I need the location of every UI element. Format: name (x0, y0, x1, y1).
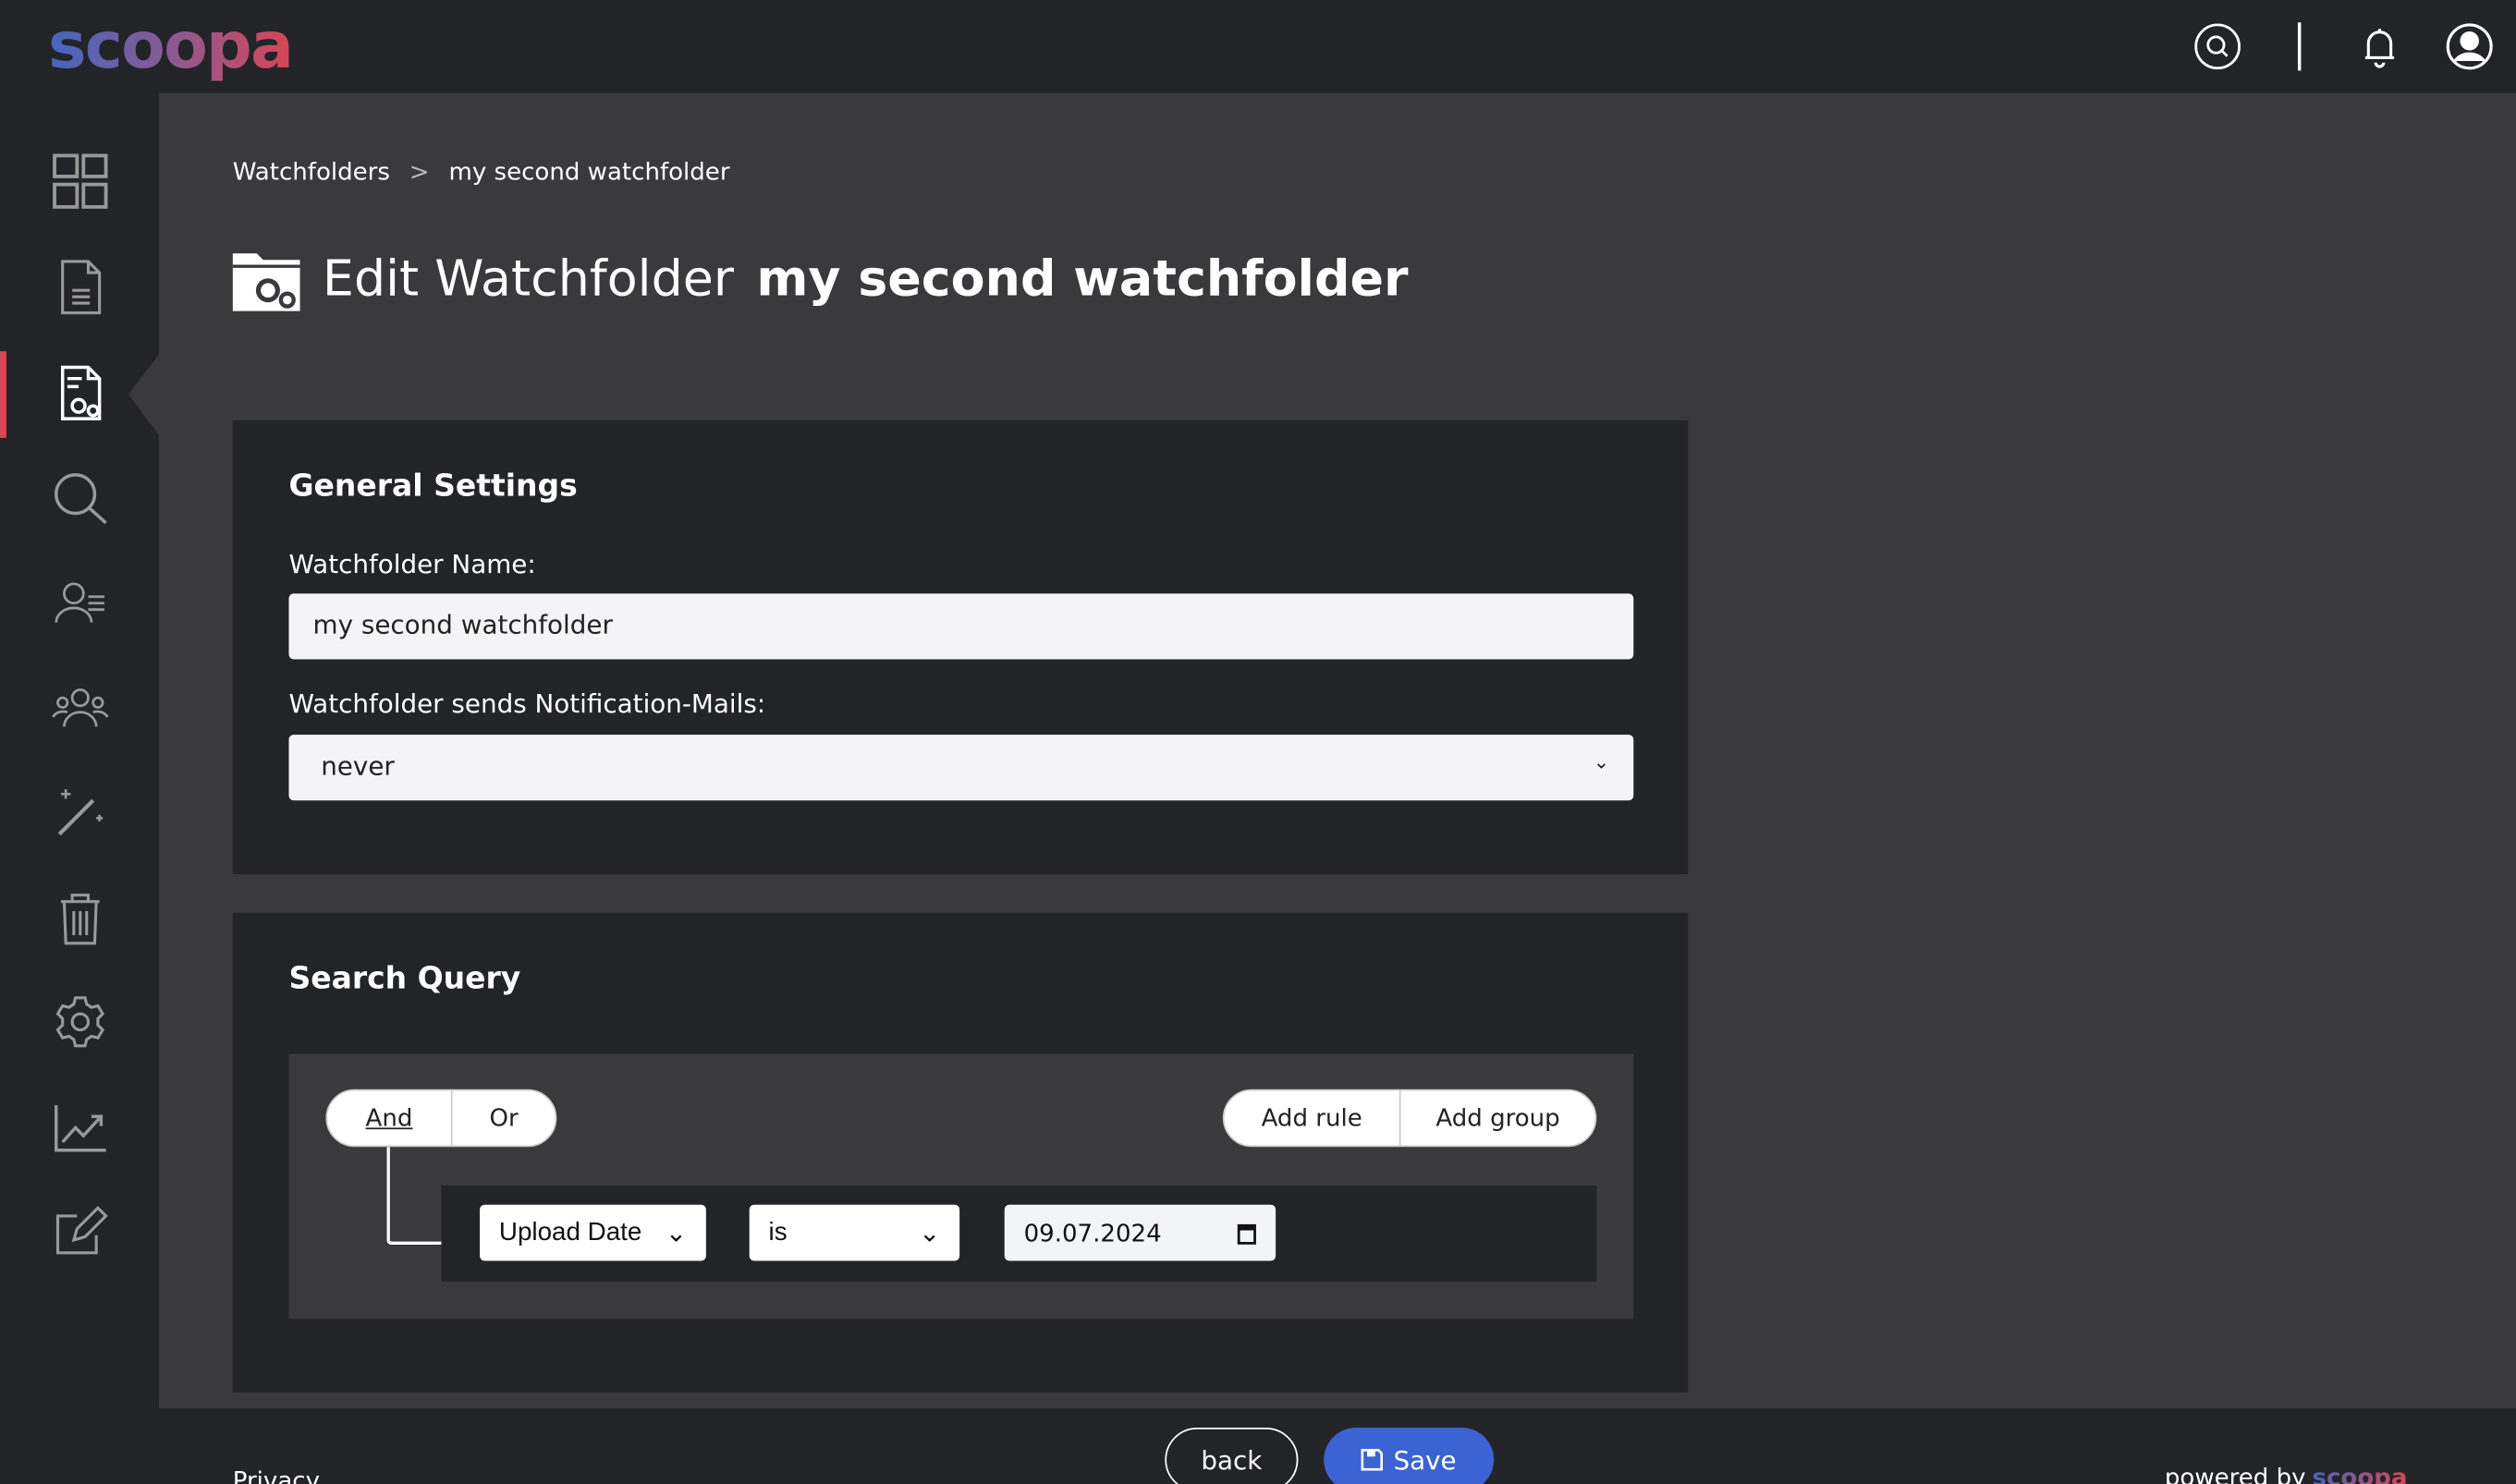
privacy-link[interactable]: Privacy (233, 1466, 320, 1484)
divider (2297, 22, 2302, 71)
sidebar-item-trash[interactable] (0, 872, 159, 962)
sidebar-item-search[interactable] (0, 454, 159, 543)
breadcrumb-watchfolders[interactable]: Watchfolders (233, 157, 390, 186)
magic-wand-icon (56, 789, 103, 836)
save-label: Save (1393, 1444, 1457, 1476)
active-notch (128, 354, 159, 435)
calendar-icon[interactable] (1237, 1222, 1256, 1244)
add-rule-button[interactable]: Add rule (1225, 1090, 1401, 1146)
sidebar-item-settings[interactable] (0, 977, 159, 1066)
top-bar: scoopa (0, 0, 2516, 93)
operator-value: is (768, 1218, 788, 1247)
floppy-disk-icon (1362, 1449, 1384, 1471)
query-actions: Add rule Add group (1222, 1089, 1597, 1148)
sidebar (0, 92, 159, 1409)
search-icon (54, 473, 106, 525)
app-root: scoopa Watchfolders > my second watchfol… (0, 0, 2516, 1484)
powered-by: powered by scoopa (2165, 1463, 2408, 1484)
field-select[interactable]: Upload Date ⌄ (480, 1204, 706, 1261)
operator-select[interactable]: is ⌄ (749, 1204, 960, 1261)
bell-icon[interactable] (2355, 22, 2403, 70)
mail-label: Watchfolder sends Notification-Mails: (288, 687, 766, 719)
edit-icon (55, 1205, 107, 1255)
scoopa-logo-small[interactable]: scoopa (2312, 1463, 2407, 1484)
query-builder: And Or Add rule Add group Upload Date ⌄ i… (288, 1053, 1634, 1319)
general-settings-card: General Settings Watchfolder Name: my se… (232, 420, 1689, 875)
footer: Privacy back Save powered by scoopa (0, 1408, 2516, 1484)
breadcrumb-separator: > (409, 157, 430, 187)
document-icon (60, 260, 101, 315)
watchfolder-document-gear-icon (60, 365, 101, 420)
search-icon[interactable] (2193, 22, 2241, 70)
add-group-button[interactable]: Add group (1401, 1090, 1595, 1145)
date-input[interactable]: 09.07.2024 (1004, 1204, 1276, 1261)
sidebar-item-groups[interactable] (0, 663, 159, 752)
select-value: never (321, 750, 395, 782)
main-content: Watchfolders > my second watchfolder Edi… (158, 92, 2516, 1409)
breadcrumb: Watchfolders > my second watchfolder (233, 157, 730, 186)
users-group-icon (51, 688, 108, 727)
sidebar-item-statistics[interactable] (0, 1083, 159, 1173)
title-prefix: Edit Watchfolder (322, 249, 735, 309)
date-value: 09.07.2024 (1023, 1218, 1162, 1247)
statistics-chart-icon (54, 1105, 105, 1152)
combinator-or[interactable]: Or (453, 1090, 556, 1145)
sidebar-item-tools[interactable] (0, 767, 159, 857)
sidebar-item-edit[interactable] (0, 1187, 159, 1277)
notification-mails-select[interactable]: never ⌄ (288, 735, 1634, 801)
user-list-icon (54, 582, 104, 623)
search-query-card: Search Query And Or Add rule Add group U… (232, 912, 1689, 1393)
field-value: Upload Date (498, 1218, 642, 1247)
section-heading: General Settings (288, 468, 578, 505)
sidebar-item-documents[interactable] (0, 242, 159, 332)
page-title: Edit Watchfolder my second watchfolder (232, 247, 1409, 311)
save-button[interactable]: Save (1324, 1428, 1495, 1484)
scoopa-logo[interactable]: scoopa (48, 9, 294, 83)
powered-by-text: powered by (2164, 1463, 2306, 1484)
back-button[interactable]: back (1165, 1428, 1299, 1484)
chevron-down-icon: ⌄ (919, 1220, 941, 1247)
name-label: Watchfolder Name: (288, 548, 536, 579)
section-heading: Search Query (288, 960, 521, 997)
watchfolder-name-input[interactable]: my second watchfolder (288, 593, 1634, 660)
user-account-icon[interactable] (2446, 22, 2494, 70)
sidebar-item-users[interactable] (0, 558, 159, 648)
query-rule: Upload Date ⌄ is ⌄ 09.07.2024 (441, 1185, 1597, 1283)
sidebar-item-dashboard[interactable] (0, 137, 159, 226)
folder-gear-icon (232, 253, 300, 311)
chevron-down-icon: ⌄ (1593, 750, 1610, 773)
chevron-down-icon: ⌄ (665, 1220, 688, 1247)
title-name: my second watchfolder (756, 249, 1409, 309)
rule-connector (386, 1147, 446, 1246)
dashboard-grid-icon (52, 153, 107, 209)
combinator-toggle: And Or (325, 1089, 557, 1148)
combinator-and[interactable]: And (327, 1090, 453, 1146)
breadcrumb-current: my second watchfolder (448, 157, 730, 187)
trash-icon (60, 894, 99, 945)
settings-gear-icon (55, 996, 104, 1048)
